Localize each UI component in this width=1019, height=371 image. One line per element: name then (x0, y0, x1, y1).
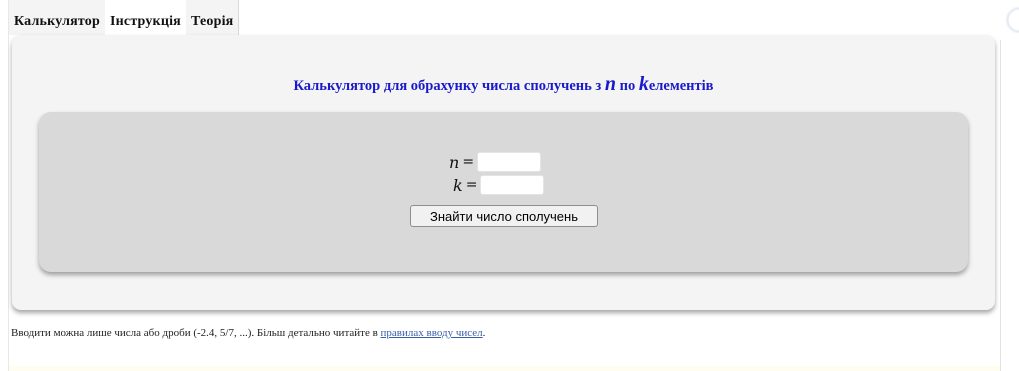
corner-decoration (996, 0, 1019, 40)
title-var-k: k (638, 73, 649, 95)
tab-instructions[interactable]: Інструкція (104, 0, 186, 35)
footnote-trailing: . (482, 327, 486, 339)
find-combinations-button[interactable]: Знайти число сполучень (410, 205, 598, 227)
page: Калькулятор Інструкція Теорія Калькулято… (0, 0, 1019, 371)
n-input[interactable] (477, 152, 542, 172)
title-prefix: Калькулятор для обрахунку числа сполучен… (293, 78, 602, 94)
input-box: n = k = Знайти число сполучень (39, 112, 968, 272)
k-input[interactable] (480, 175, 545, 195)
k-equals: = (465, 177, 478, 193)
footnote-text: Вводити можна лише числа або дроби (-2.4… (11, 327, 378, 339)
column-left-border (8, 0, 9, 371)
column-right-border (1000, 20, 1001, 371)
n-row: n = (449, 152, 542, 172)
tab-calculator[interactable]: Калькулятор (9, 0, 105, 35)
k-label: k (453, 175, 463, 195)
k-row: k = (453, 175, 545, 195)
tab-theory[interactable]: Теорія (185, 0, 240, 35)
calculator-title: Калькулятор для обрахунку числа сполучен… (12, 73, 995, 96)
title-middle: по (619, 78, 636, 94)
tab-bar: Калькулятор Інструкція Теорія (9, 0, 240, 35)
title-suffix: елементів (648, 78, 714, 94)
n-label: n (449, 152, 460, 172)
bottom-strip (9, 366, 1000, 371)
title-var-n: n (604, 73, 616, 95)
calculator-panel: Калькулятор для обрахунку числа сполучен… (12, 35, 995, 310)
input-rules-link[interactable]: правилах вводу чисел (381, 327, 483, 339)
input-rules-note: Вводити можна лише числа або дроби (-2.4… (11, 327, 485, 339)
n-equals: = (462, 154, 475, 170)
